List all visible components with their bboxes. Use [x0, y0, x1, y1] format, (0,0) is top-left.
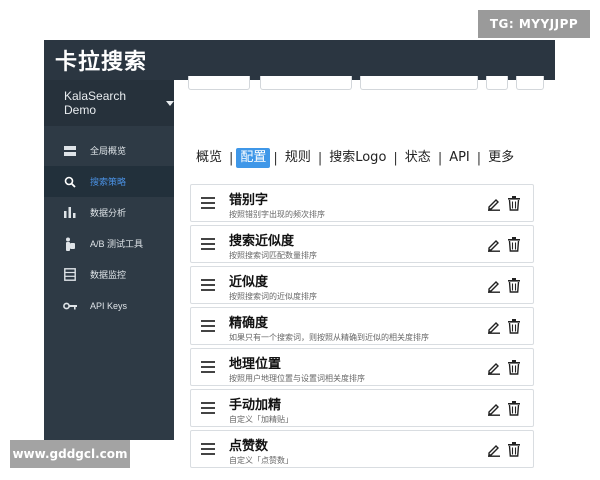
sidebar-item-label: API Keys [90, 300, 128, 311]
tab-api[interactable]: API [445, 148, 474, 168]
tab-separator: | [273, 150, 278, 166]
key-icon [62, 298, 78, 314]
tab-separator: | [476, 150, 482, 166]
rule-title: 错别字 [229, 193, 269, 208]
rule-description: 按照错别字出现的频次排序 [229, 210, 325, 219]
edit-icon[interactable] [487, 361, 501, 375]
drag-handle-icon[interactable] [201, 197, 215, 209]
rule-row-manual-featured: 手动加精 自定义「加精贴」 [190, 389, 534, 427]
rule-row-likes: 点赞数 自定义「点赞数」 [190, 430, 534, 468]
tab-separator: | [317, 150, 323, 166]
rule-description: 如果只有一个搜索词，则按照从精确到近似的相关度排序 [229, 333, 429, 342]
edit-icon[interactable] [487, 197, 501, 211]
drag-handle-icon[interactable] [201, 320, 215, 332]
sidebar-item-label: A/B 测试工具 [90, 239, 144, 249]
rule-description: 自定义「加精贴」 [229, 415, 293, 424]
rule-row-precision: 精确度 如果只有一个搜索词，则按照从精确到近似的相关度排序 [190, 307, 534, 345]
trash-icon[interactable] [507, 278, 521, 293]
cropped-toolbar-control[interactable] [188, 76, 250, 90]
caret-down-icon [166, 100, 174, 106]
sidebar-item-label: 数据分析 [90, 208, 127, 218]
watermark-top: TG: MYYJJPP [478, 10, 590, 38]
drag-handle-icon[interactable] [201, 361, 215, 373]
rule-title: 手动加精 [229, 398, 282, 413]
sidebar-item-ab-test[interactable]: A/B 测试工具 [44, 228, 174, 259]
sidebar-item-overview[interactable]: 全局概览 [44, 135, 174, 166]
ranking-rule-list: 错别字 按照错别字出现的频次排序 搜索近似度 按照搜索词匹配数量排序 近似度 按… [190, 184, 534, 471]
cropped-toolbar-control[interactable] [516, 76, 544, 90]
rule-row-typo: 错别字 按照错别字出现的频次排序 [190, 184, 534, 222]
tab-more[interactable]: 更多 [484, 148, 518, 168]
app-title: 卡拉搜索 [55, 50, 148, 75]
tab-rules[interactable]: 规则 [281, 148, 315, 168]
tab-separator: | [229, 150, 234, 166]
overview-icon [62, 143, 78, 159]
rule-title: 搜索近似度 [229, 234, 295, 249]
drag-handle-icon[interactable] [201, 238, 215, 250]
tab-overview[interactable]: 概览 [192, 148, 226, 168]
screenshot-page: 卡拉搜索 KalaSearch Demo 全局概览 搜索策略 数据分析 A/B … [0, 0, 600, 480]
drag-handle-icon[interactable] [201, 443, 215, 455]
trash-icon[interactable] [507, 360, 521, 375]
cropped-toolbar-control[interactable] [360, 76, 478, 90]
tab-search-logo[interactable]: 搜索Logo [325, 148, 390, 168]
edit-icon[interactable] [487, 279, 501, 293]
main-content: 概览 | 配置 | 规则 | 搜索Logo | 状态 | API | 更多 错别… [174, 76, 555, 468]
workspace-name: KalaSearch Demo [64, 89, 127, 117]
sidebar-item-label: 数据监控 [90, 270, 127, 280]
cropped-toolbar-control[interactable] [486, 76, 508, 90]
edit-icon[interactable] [487, 402, 501, 416]
rule-description: 按照搜索词匹配数量排序 [229, 251, 317, 260]
drag-handle-icon[interactable] [201, 279, 215, 291]
rule-row-similarity: 近似度 按照搜索词的近似度排序 [190, 266, 534, 304]
sidebar-item-label: 全局概览 [90, 146, 127, 156]
workspace-selector[interactable]: KalaSearch Demo [44, 80, 174, 126]
tab-separator: | [393, 150, 398, 166]
edit-icon[interactable] [487, 320, 501, 334]
trash-icon[interactable] [507, 237, 521, 252]
rule-title: 点赞数 [229, 439, 269, 454]
app-header: 卡拉搜索 [44, 40, 555, 80]
watermark-bottom: www.gddgcl.com [10, 440, 130, 468]
edit-icon[interactable] [487, 238, 501, 252]
rule-description: 按照搜索词的近似度排序 [229, 292, 317, 301]
sidebar-item-search-strategy[interactable]: 搜索策略 [44, 166, 174, 197]
trash-icon[interactable] [507, 319, 521, 334]
tab-status[interactable]: 状态 [401, 148, 435, 168]
monitor-icon [62, 267, 78, 283]
trash-icon[interactable] [507, 442, 521, 457]
sidebar-item-monitor[interactable]: 数据监控 [44, 259, 174, 290]
trash-icon[interactable] [507, 196, 521, 211]
rule-description: 按照用户地理位置与设置词相关度排序 [229, 374, 365, 383]
rule-title: 近似度 [229, 275, 269, 290]
sidebar-item-api-keys[interactable]: API Keys [44, 290, 174, 321]
rule-row-geo-location: 地理位置 按照用户地理位置与设置词相关度排序 [190, 348, 534, 386]
app-window: 卡拉搜索 KalaSearch Demo 全局概览 搜索策略 数据分析 A/B … [44, 40, 555, 468]
bar-chart-icon [62, 205, 78, 221]
cropped-toolbar-control[interactable] [260, 76, 352, 90]
search-icon [62, 174, 78, 190]
rule-title: 地理位置 [229, 357, 282, 372]
ab-test-icon [62, 236, 78, 252]
tab-separator: | [437, 150, 443, 166]
rule-title: 精确度 [229, 316, 269, 331]
sidebar-item-label: 搜索策略 [90, 177, 127, 187]
tab-bar: 概览 | 配置 | 规则 | 搜索Logo | 状态 | API | 更多 [192, 148, 518, 168]
rule-description: 自定义「点赞数」 [229, 456, 293, 465]
tab-config[interactable]: 配置 [236, 148, 271, 168]
drag-handle-icon[interactable] [201, 402, 215, 414]
cropped-toolbar [174, 76, 555, 94]
trash-icon[interactable] [507, 401, 521, 416]
rule-row-search-similarity: 搜索近似度 按照搜索词匹配数量排序 [190, 225, 534, 263]
edit-icon[interactable] [487, 443, 501, 457]
sidebar-item-analytics[interactable]: 数据分析 [44, 197, 174, 228]
sidebar-nav: 全局概览 搜索策略 数据分析 A/B 测试工具 数据监控 API Keys [44, 135, 174, 321]
